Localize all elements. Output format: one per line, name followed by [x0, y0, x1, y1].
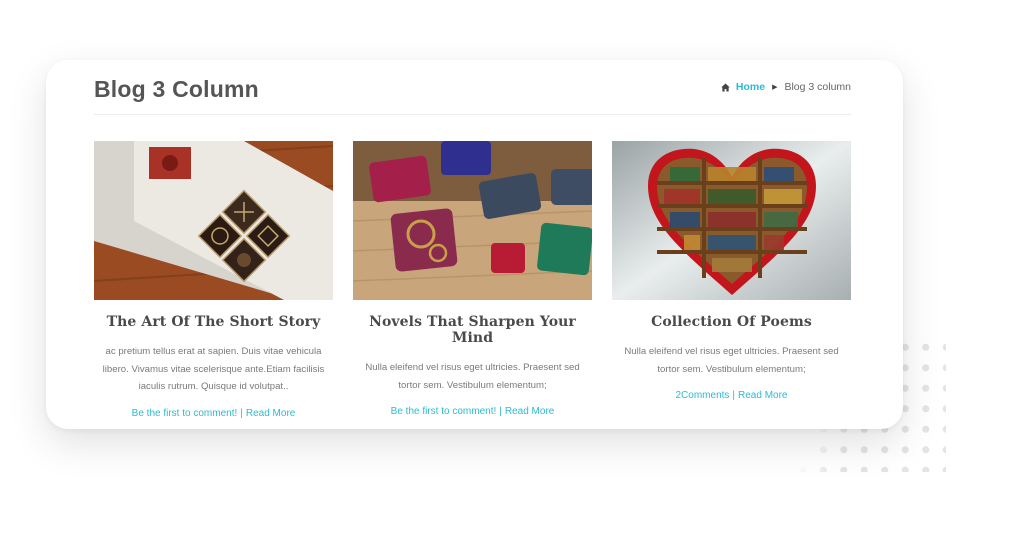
header-divider — [94, 114, 851, 115]
post-title[interactable]: Novels That Sharpen Your Mind — [353, 314, 592, 346]
breadcrumb-home-link[interactable]: Home — [721, 81, 765, 93]
post-thumbnail-small-books[interactable] — [353, 141, 592, 300]
post-meta: 2Comments | Read More — [612, 390, 851, 401]
comments-link[interactable]: Be the first to comment! — [391, 406, 497, 417]
meta-separator: | — [499, 406, 502, 417]
post-thumbnail-open-book[interactable] — [94, 141, 333, 300]
post-meta: Be the first to comment! | Read More — [353, 406, 592, 417]
comments-link[interactable]: 2Comments — [676, 390, 730, 401]
read-more-link[interactable]: Read More — [505, 406, 554, 417]
blog-post-1: The Art Of The Short Story ac pretium te… — [94, 141, 333, 419]
blog-card: Blog 3 Column Home ▶ Blog 3 column The A… — [46, 60, 903, 429]
post-thumbnail-heart-bookshelf[interactable] — [612, 141, 851, 300]
meta-separator: | — [732, 390, 736, 401]
caret-right-icon: ▶ — [772, 84, 778, 91]
post-title[interactable]: The Art Of The Short Story — [94, 314, 333, 330]
breadcrumb-home-label: Home — [735, 81, 766, 93]
post-excerpt: Nulla eleifend vel risus eget ultricies.… — [365, 362, 580, 391]
post-excerpt: Nulla eleifend vel risus eget ultricies.… — [624, 346, 839, 375]
meta-separator: | — [240, 407, 243, 419]
blog-post-2: Novels That Sharpen Your Mind Nulla elei… — [353, 141, 592, 417]
read-more-link[interactable]: Read More — [246, 408, 295, 419]
blog-post-3: Collection Of Poems Nulla eleifend vel r… — [612, 141, 851, 401]
post-excerpt: ac pretium tellus erat at sapien. Duis v… — [102, 346, 325, 392]
read-more-link[interactable]: Read More — [738, 390, 787, 401]
breadcrumb-current: Blog 3 column — [784, 81, 851, 93]
page-title: Blog 3 Column — [94, 76, 259, 102]
home-icon — [721, 83, 730, 91]
comments-link[interactable]: Be the first to comment! — [132, 408, 238, 419]
post-title[interactable]: Collection Of Poems — [612, 314, 851, 330]
post-meta: Be the first to comment! | Read More — [94, 408, 333, 419]
breadcrumb: Home ▶ Blog 3 column — [721, 81, 851, 93]
